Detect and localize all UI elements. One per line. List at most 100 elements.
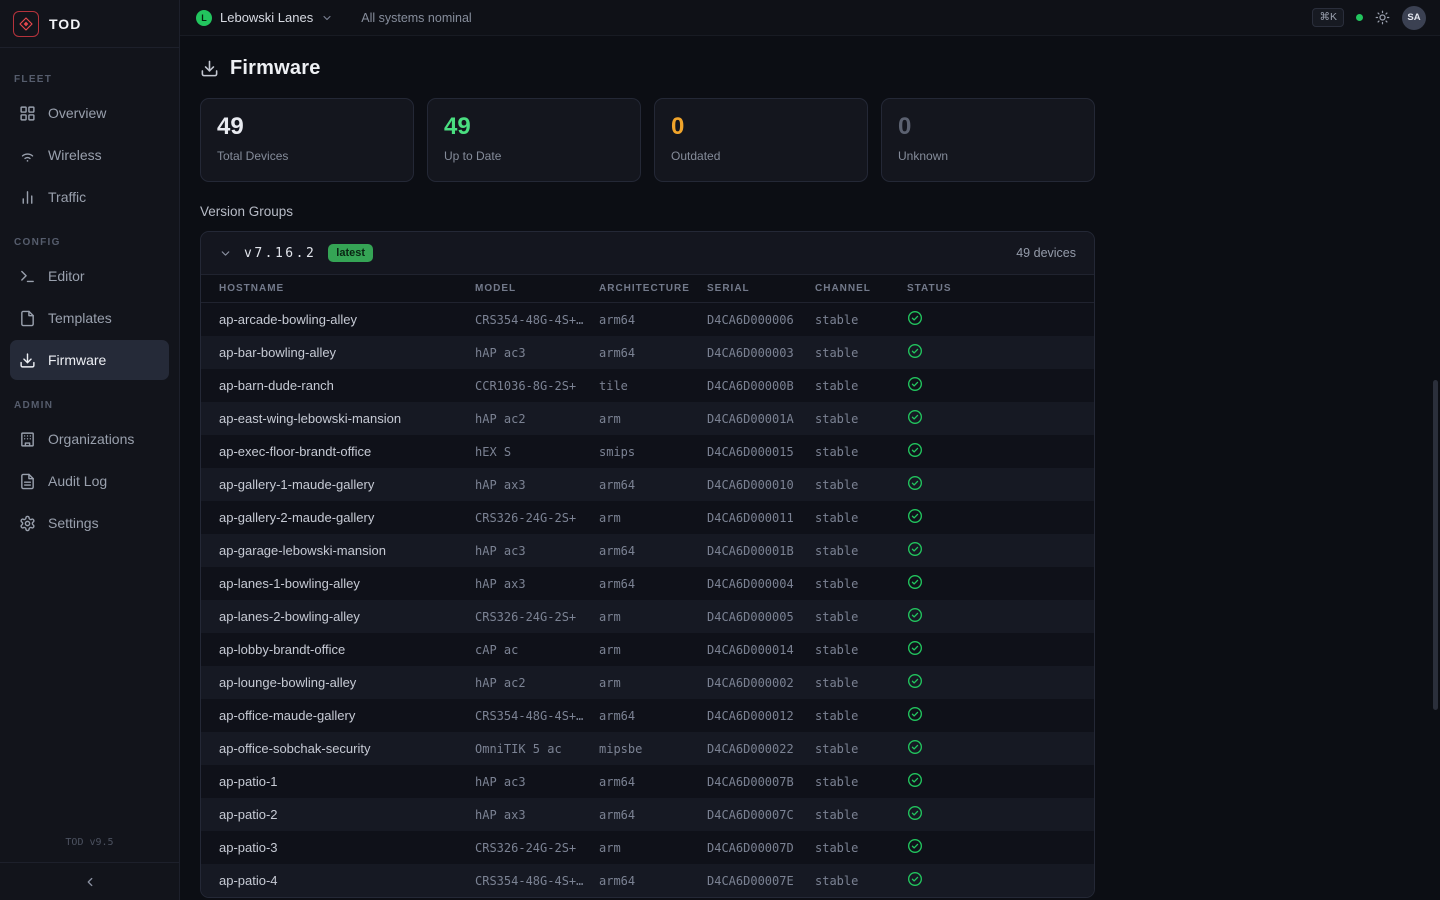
check-circle-icon [907,574,923,590]
main-area: L Lebowski Lanes All systems nominal ⌘K … [180,0,1440,900]
version-group-header[interactable]: v7.16.2 latest 49 devices [201,232,1094,274]
sidebar-item-organizations[interactable]: Organizations [10,419,169,459]
cell-serial: D4CA6D00001A [707,412,815,426]
stat-label: Outdated [671,149,851,163]
check-circle-icon [907,640,923,656]
device-row[interactable]: ap-lanes-1-bowling-alleyhAP ax3arm64D4CA… [201,567,1094,600]
cell-hostname: ap-lounge-bowling-alley [219,675,475,690]
sidebar-item-overview[interactable]: Overview [10,93,169,133]
check-circle-icon [907,739,923,755]
device-row[interactable]: ap-lobby-brandt-officecAP acarmD4CA6D000… [201,633,1094,666]
stat-label: Up to Date [444,149,624,163]
cell-channel: stable [815,775,907,789]
cell-status [907,673,1076,692]
cell-channel: stable [815,841,907,855]
cell-serial: D4CA6D00000B [707,379,815,393]
device-row[interactable]: ap-east-wing-lebowski-mansionhAP ac2armD… [201,402,1094,435]
cell-channel: stable [815,709,907,723]
check-circle-icon [907,541,923,557]
sidebar-collapse-button[interactable] [0,862,179,900]
command-palette-shortcut[interactable]: ⌘K [1312,8,1344,27]
check-circle-icon [907,409,923,425]
sidebar-item-audit-log[interactable]: Audit Log [10,461,169,501]
stat-card-outdated: 0Outdated [654,98,868,182]
health-status-dot [1356,14,1363,21]
cell-architecture: arm64 [599,577,707,591]
version-label: v7.16.2 [244,246,316,261]
column-header-serial: SERIAL [707,283,815,294]
cell-hostname: ap-bar-bowling-alley [219,345,475,360]
device-row[interactable]: ap-patio-4CRS354-48G-4S+…arm64D4CA6D0000… [201,864,1094,897]
sidebar-item-templates[interactable]: Templates [10,298,169,338]
chevron-down-icon[interactable] [219,247,232,260]
column-header-channel: CHANNEL [815,283,907,294]
stats-row: 49Total Devices49Up to Date0Outdated0Unk… [200,98,1095,182]
device-row[interactable]: ap-patio-3CRS326-24G-2S+armD4CA6D00007Ds… [201,831,1094,864]
device-row[interactable]: ap-garage-lebowski-mansionhAP ac3arm64D4… [201,534,1094,567]
device-row[interactable]: ap-office-sobchak-securityOmniTIK 5 acmi… [201,732,1094,765]
cell-channel: stable [815,346,907,360]
device-row[interactable]: ap-lanes-2-bowling-alleyCRS326-24G-2S+ar… [201,600,1094,633]
device-row[interactable]: ap-exec-floor-brandt-officehEX SsmipsD4C… [201,435,1094,468]
org-name: Lebowski Lanes [220,10,313,25]
cell-model: hAP ac3 [475,346,599,360]
device-row[interactable]: ap-patio-2hAP ax3arm64D4CA6D00007Cstable [201,798,1094,831]
sidebar-item-wireless[interactable]: Wireless [10,135,169,175]
sidebar-item-traffic[interactable]: Traffic [10,177,169,217]
cell-status [907,541,1076,560]
cell-architecture: arm64 [599,808,707,822]
column-header-status: STATUS [907,283,1076,294]
scrollbar-thumb[interactable] [1433,380,1438,710]
app-name: TOD [49,16,81,32]
sidebar-item-settings[interactable]: Settings [10,503,169,543]
cell-architecture: smips [599,445,707,459]
column-header-architecture: ARCHITECTURE [599,283,707,294]
device-row[interactable]: ap-bar-bowling-alleyhAP ac3arm64D4CA6D00… [201,336,1094,369]
cell-status [907,772,1076,791]
cell-serial: D4CA6D000010 [707,478,815,492]
check-circle-icon [907,607,923,623]
sidebar-item-label: Templates [48,310,112,326]
cell-hostname: ap-patio-3 [219,840,475,855]
cell-architecture: arm64 [599,478,707,492]
app-logo[interactable]: TOD [0,0,179,48]
device-row[interactable]: ap-gallery-1-maude-galleryhAP ax3arm64D4… [201,468,1094,501]
stat-card-up-to-date: 49Up to Date [427,98,641,182]
cell-architecture: arm64 [599,313,707,327]
device-row[interactable]: ap-patio-1hAP ac3arm64D4CA6D00007Bstable [201,765,1094,798]
cell-status [907,310,1076,329]
cell-hostname: ap-office-maude-gallery [219,708,475,723]
stat-value: 49 [217,113,397,141]
cell-status [907,508,1076,527]
device-row[interactable]: ap-lounge-bowling-alleyhAP ac2armD4CA6D0… [201,666,1094,699]
cell-architecture: arm [599,643,707,657]
device-row[interactable]: ap-arcade-bowling-alleyCRS354-48G-4S+…ar… [201,303,1094,336]
cell-serial: D4CA6D000014 [707,643,815,657]
cell-channel: stable [815,742,907,756]
cell-status [907,442,1076,461]
gear-icon [19,515,36,532]
device-row[interactable]: ap-office-maude-galleryCRS354-48G-4S+…ar… [201,699,1094,732]
user-avatar[interactable]: SA [1402,6,1426,30]
cell-channel: stable [815,643,907,657]
cell-hostname: ap-office-sobchak-security [219,741,475,756]
version-group-panel: v7.16.2 latest 49 devices HOSTNAMEMODELA… [200,231,1095,898]
cell-serial: D4CA6D000011 [707,511,815,525]
cell-architecture: mipsbe [599,742,707,756]
cell-hostname: ap-gallery-1-maude-gallery [219,477,475,492]
cell-hostname: ap-east-wing-lebowski-mansion [219,411,475,426]
sidebar-item-label: Firmware [48,352,106,368]
sidebar-item-firmware[interactable]: Firmware [10,340,169,380]
cell-model: hAP ac2 [475,676,599,690]
cell-status [907,706,1076,725]
device-row[interactable]: ap-gallery-2-maude-galleryCRS326-24G-2S+… [201,501,1094,534]
cell-model: CRS354-48G-4S+… [475,709,599,723]
topbar-actions: ⌘K SA [1312,6,1426,30]
org-selector[interactable]: L Lebowski Lanes [196,10,333,26]
theme-toggle-sun-icon[interactable] [1375,10,1390,25]
table-header: HOSTNAMEMODELARCHITECTURESERIALCHANNELST… [201,274,1094,303]
sidebar-item-editor[interactable]: Editor [10,256,169,296]
device-row[interactable]: ap-barn-dude-ranchCCR1036-8G-2S+tileD4CA… [201,369,1094,402]
building-icon [19,431,36,448]
check-circle-icon [907,706,923,722]
